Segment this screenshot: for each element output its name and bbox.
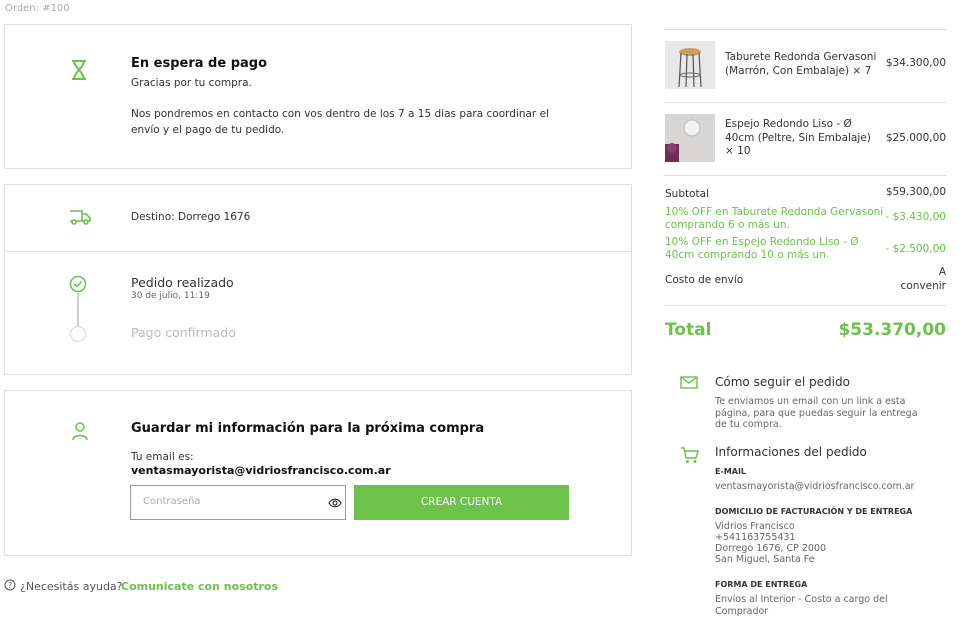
cart-icon [680, 446, 700, 464]
shipping-card: Destino: Dorrego 1676 Pedido realizado 3… [4, 184, 632, 375]
timeline-line [77, 293, 79, 326]
account-card: Guardar mi información para la próxima c… [4, 390, 632, 556]
eye-icon[interactable] [328, 497, 342, 509]
discount-1-label: 10% OFF en Taburete Redonda Gervasoni co… [665, 206, 884, 231]
hourglass-icon [69, 59, 89, 81]
step1-date: 30 de julio, 11:19 [131, 291, 210, 301]
help-text: ¿Necesitás ayuda? [20, 580, 123, 593]
cart-item-2-name: Espejo Redondo Liso - Ø 40cm (Peltre, Si… [725, 118, 871, 157]
payment-title: En espera de pago [131, 56, 268, 71]
payment-status-card: En espera de pago Gracias por tu compra.… [4, 24, 632, 169]
payment-subtitle: Gracias por tu compra. [131, 77, 252, 89]
email-label: Tu email es: [131, 451, 194, 463]
cart-divider-1 [664, 102, 946, 103]
password-placeholder: Contraseña [143, 496, 201, 507]
cart-item-2-price: $25.000,00 [885, 132, 946, 144]
product-image-mirror [665, 114, 715, 162]
info-delivery-value: Envíos al Interior - Costo a cargo del C… [715, 594, 888, 617]
account-title: Guardar mi información para la próxima c… [131, 421, 485, 436]
shipping-cost-value: A convenir [900, 266, 946, 292]
password-input[interactable]: Contraseña [130, 485, 346, 520]
address-line-1: Vidrios Francisco [715, 521, 795, 532]
step1-title: Pedido realizado [131, 275, 234, 290]
product-image-stool [665, 41, 715, 89]
order-number: Orden: #100 [5, 3, 70, 14]
truck-icon [69, 209, 91, 225]
mail-icon [680, 376, 698, 389]
info-address-heading: DOMICILIO DE FACTURACIÓN Y DE ENTREGA [715, 507, 913, 516]
discount-2-value: - $2.500,00 [885, 243, 946, 255]
total-divider [664, 305, 946, 306]
info-email-value: ventasmayorista@vidriosfrancisco.com.ar [715, 481, 915, 492]
help-link[interactable]: Comunicate con nosotros [121, 580, 278, 593]
tracking-title: Cómo seguir el pedido [715, 375, 850, 389]
account-email: ventasmayorista@vidriosfrancisco.com.ar [131, 464, 391, 477]
total-label: Total [665, 320, 712, 340]
check-circle-icon [69, 275, 87, 293]
subtotal-value: $59.300,00 [885, 186, 946, 198]
cart-top-divider [664, 29, 946, 30]
shipping-divider [5, 251, 631, 252]
discount-1-value: - $3.430,00 [885, 211, 946, 223]
step2-title: Pago confirmado [131, 325, 236, 340]
tracking-text: Te enviamos un email con un link a esta … [715, 396, 918, 430]
shipping-destination: Destino: Dorrego 1676 [131, 211, 251, 223]
svg-text:?: ? [8, 581, 12, 590]
cart-item-1-price: $34.300,00 [885, 57, 946, 69]
info-title: Informaciones del pedido [715, 445, 867, 459]
info-delivery-heading: FORMA DE ENTREGA [715, 580, 808, 589]
cart-item-1-name: Taburete Redonda Gervasoni (Marrón, Con … [725, 51, 877, 77]
create-account-button[interactable]: CREAR CUENTA [354, 485, 569, 520]
address-line-3: Dorrego 1676, CP 2000 [715, 543, 827, 554]
address-line-2: +541163755431 [715, 532, 796, 543]
cart-divider-2 [664, 175, 946, 176]
discount-2-label: 10% OFF en Espejo Redondo Liso - Ø 40cm … [665, 236, 859, 261]
total-value: $53.370,00 [838, 320, 946, 340]
shipping-cost-label: Costo de envío [665, 274, 744, 286]
user-icon [71, 421, 89, 441]
help-icon: ? [4, 579, 16, 591]
subtotal-label: Subtotal [665, 188, 709, 200]
info-email-heading: E-MAIL [715, 467, 747, 476]
address-line-4: San Miguel, Santa Fe [715, 554, 815, 565]
payment-message: Nos pondremos en contacto con vos dentro… [131, 108, 549, 136]
empty-circle-icon [69, 325, 87, 343]
